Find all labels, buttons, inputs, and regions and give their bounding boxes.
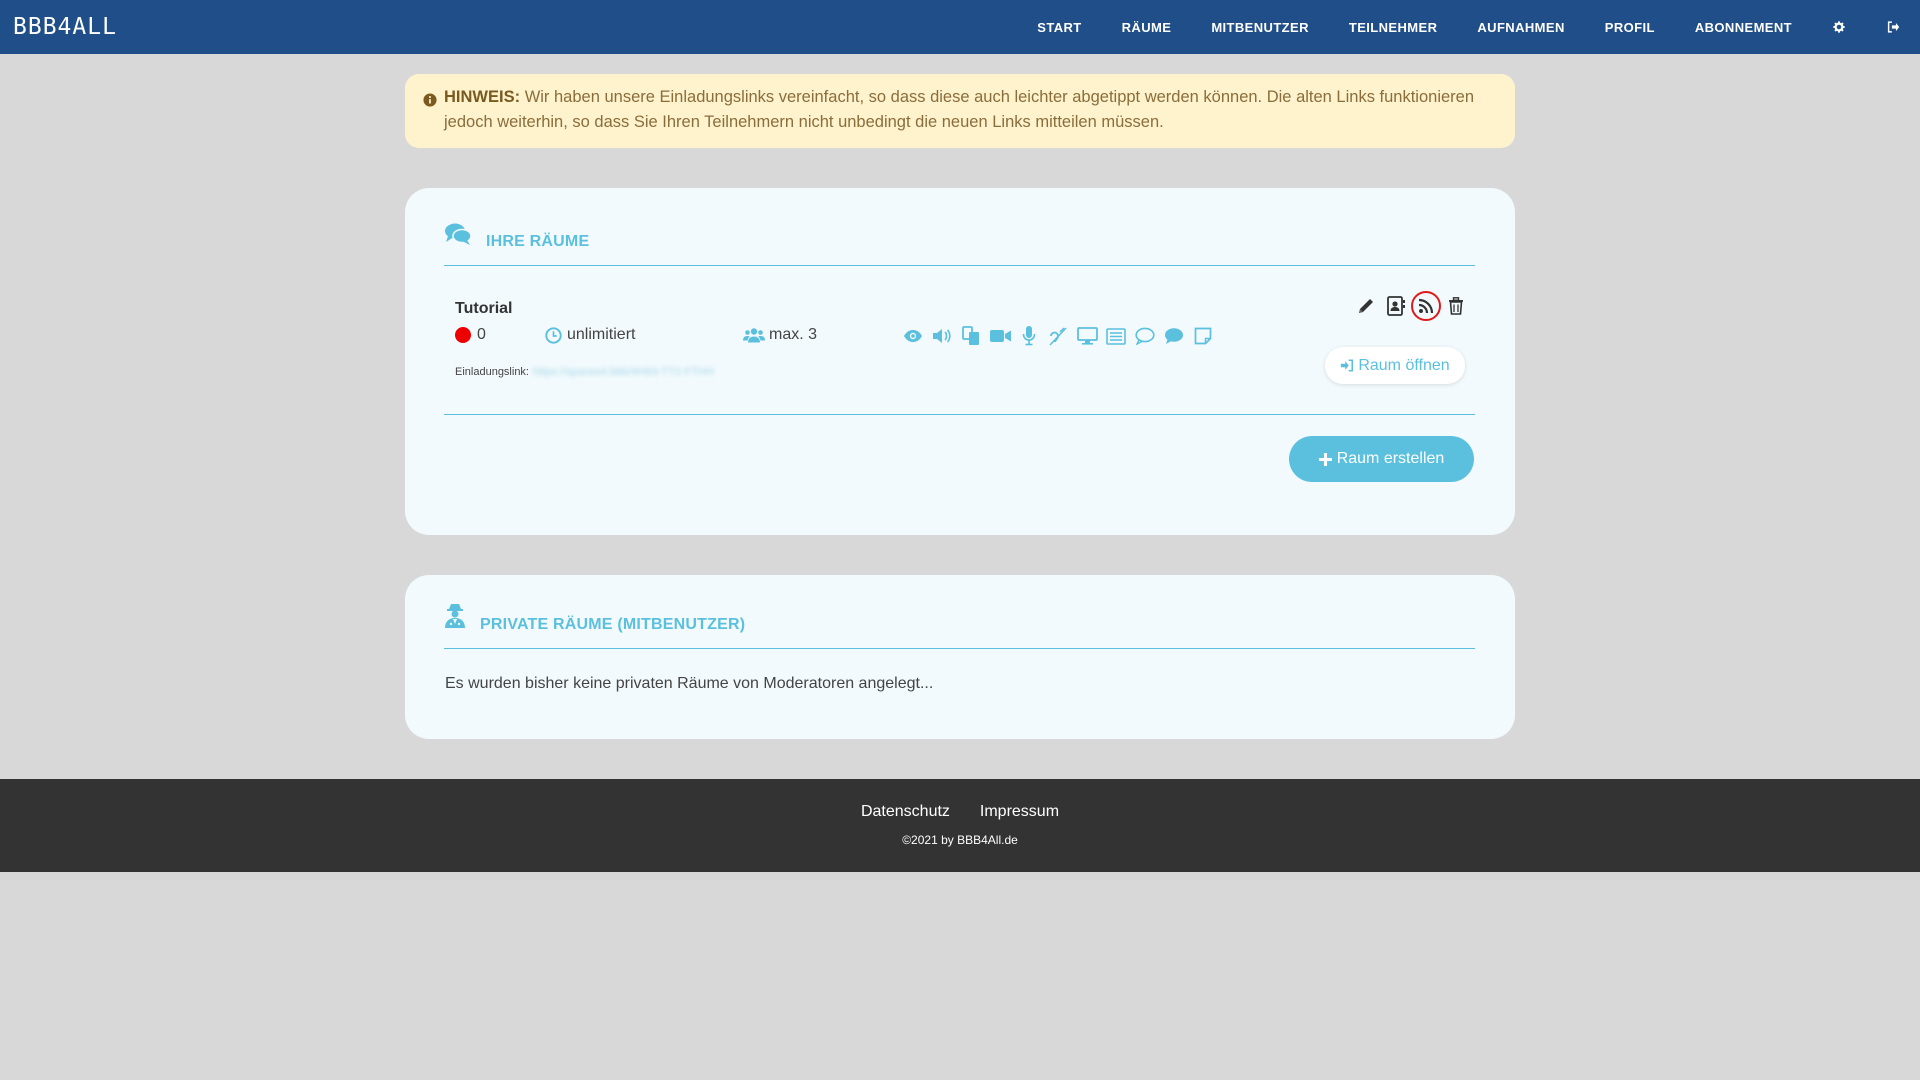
gear-icon[interactable] xyxy=(1832,20,1846,34)
my-rooms-header: IHRE RÄUME xyxy=(444,223,1475,266)
copy-icon xyxy=(960,326,982,346)
clock-icon xyxy=(545,326,562,344)
nav-item-abonnement[interactable]: ABONNEMENT xyxy=(1695,20,1792,35)
alert-label: HINWEIS: xyxy=(444,88,521,106)
logout-icon[interactable] xyxy=(1886,20,1900,34)
desktop-icon xyxy=(1076,326,1098,346)
create-room-label: Raum erstellen xyxy=(1336,450,1445,467)
trash-icon[interactable] xyxy=(1445,294,1467,318)
open-room-button[interactable]: Raum öffnen xyxy=(1325,347,1465,384)
create-room-button[interactable]: Raum erstellen xyxy=(1289,436,1474,482)
pencil-icon[interactable] xyxy=(1355,294,1377,318)
my-rooms-card: IHRE RÄUME Tutorial 0 unlimitiert max. 3 xyxy=(405,188,1515,535)
my-rooms-title: IHRE RÄUME xyxy=(486,233,590,250)
alert-text: Wir haben unsere Einladungslinks vereinf… xyxy=(444,88,1475,131)
nav-item-start[interactable]: START xyxy=(1037,20,1081,35)
comments-icon xyxy=(444,222,472,251)
private-rooms-empty: Es wurden bisher keine privaten Räume vo… xyxy=(445,675,934,692)
room-duration: unlimitiert xyxy=(545,326,635,344)
page-footer: Datenschutz Impressum ©2021 by BBB4All.d… xyxy=(0,779,1920,872)
main-nav: START RÄUME MITBENUTZER TEILNEHMER AUFNA… xyxy=(1037,0,1900,54)
rss-icon[interactable] xyxy=(1411,291,1441,321)
footer-link-datenschutz[interactable]: Datenschutz xyxy=(861,803,950,821)
top-navbar: BBB4ALL START RÄUME MITBENUTZER TEILNEHM… xyxy=(0,0,1920,54)
invite-label: Einladungslink: xyxy=(455,366,529,378)
rooms-divider xyxy=(444,414,1475,415)
room-max-users: max. 3 xyxy=(743,326,817,344)
nav-item-teilnehmer[interactable]: TEILNEHMER xyxy=(1349,20,1438,35)
private-rooms-title: PRIVATE RÄUME (MITBENUTZER) xyxy=(480,616,746,633)
note-icon xyxy=(1192,326,1214,346)
list-icon xyxy=(1105,326,1127,346)
copyright: ©2021 by BBB4All.de xyxy=(902,833,1018,847)
sign-in-icon xyxy=(1340,359,1354,372)
eye-icon xyxy=(902,326,924,346)
users-icon xyxy=(743,327,765,344)
online-count: 0 xyxy=(455,326,486,344)
private-rooms-card: PRIVATE RÄUME (MITBENUTZER) Es wurden bi… xyxy=(405,575,1515,739)
contact-icon[interactable] xyxy=(1385,294,1407,318)
video-icon xyxy=(989,326,1011,346)
invite-link-row: Einladungslink: https://spaces4.bbb/9H83… xyxy=(455,366,714,378)
user-secret-icon xyxy=(444,603,466,634)
footer-link-impressum[interactable]: Impressum xyxy=(980,803,1059,821)
private-rooms-header: PRIVATE RÄUME (MITBENUTZER) xyxy=(444,604,1475,649)
room-feature-icons xyxy=(902,326,1221,346)
status-dot-icon xyxy=(455,327,471,343)
info-circle-icon xyxy=(423,90,437,115)
plus-icon xyxy=(1318,452,1332,466)
comment-outline-icon xyxy=(1134,326,1156,346)
room-name: Tutorial xyxy=(455,300,513,317)
nav-item-aufnahmen[interactable]: AUFNAHMEN xyxy=(1477,20,1564,35)
max-users-value: max. 3 xyxy=(769,326,818,343)
nav-item-profil[interactable]: PROFIL xyxy=(1605,20,1655,35)
nav-item-raeume[interactable]: RÄUME xyxy=(1122,20,1172,35)
invite-link[interactable]: https://spaces4.bbb/9H83-TT2-FTHH xyxy=(533,366,714,378)
microphone-icon xyxy=(1018,326,1040,346)
open-room-label: Raum öffnen xyxy=(1358,356,1450,374)
app-logo[interactable]: BBB4ALL xyxy=(13,14,117,40)
nav-item-mitbenutzer[interactable]: MITBENUTZER xyxy=(1211,20,1309,35)
comment-icon xyxy=(1163,326,1185,346)
deaf-icon xyxy=(1047,326,1069,346)
footer-links: Datenschutz Impressum xyxy=(0,803,1920,821)
hint-alert: HINWEIS: Wir haben unsere Einladungslink… xyxy=(405,74,1515,148)
online-count-value: 0 xyxy=(477,326,486,343)
highlight-ring xyxy=(1411,291,1441,321)
room-actions xyxy=(1355,291,1475,321)
volume-icon xyxy=(931,326,953,346)
duration-value: unlimitiert xyxy=(567,326,636,343)
